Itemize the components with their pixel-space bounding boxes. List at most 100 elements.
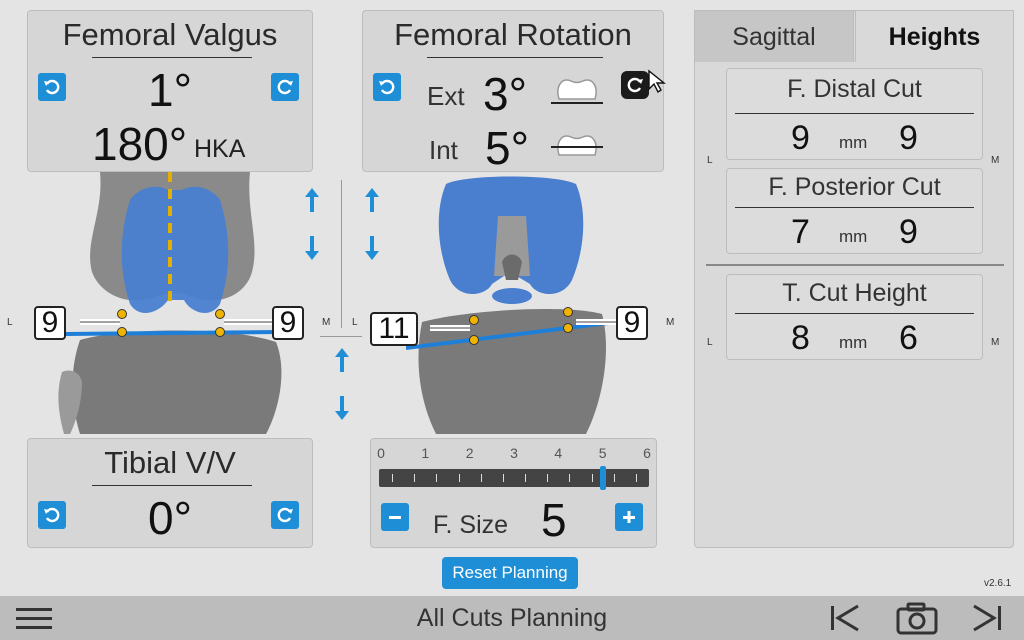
posterior-cut-card: F. Posterior Cut 7 mm 9	[726, 168, 983, 254]
size-slider-thumb[interactable]	[599, 466, 606, 490]
valgus-rotate-ccw-button[interactable]	[38, 73, 66, 101]
tibial-vv-panel: Tibial V/V 0°	[27, 438, 313, 548]
femoral-rotation-title: Femoral Rotation	[394, 17, 632, 52]
ext-label: Ext	[427, 81, 465, 111]
rotate-cw-icon	[277, 507, 293, 523]
rotate-ccw-icon	[379, 79, 395, 95]
tibial-cut-card: T. Cut Height 8 mm 6	[726, 274, 983, 360]
posterior-cut-unit: mm	[839, 227, 868, 246]
size-tick-label: 2	[465, 445, 474, 461]
reset-planning-button[interactable]: Reset Planning	[442, 557, 578, 589]
size-notch	[591, 474, 593, 482]
heights-medial-label: M	[991, 155, 1000, 166]
posterior-cut-title: F. Posterior Cut	[768, 173, 941, 201]
heights-lateral-label: L	[707, 155, 713, 166]
tab-heights[interactable]: Heights	[855, 10, 1014, 62]
left-lateral-label: L	[7, 317, 13, 328]
arrow-down-icon[interactable]	[332, 394, 352, 422]
bottom-bar: All Cuts Planning	[0, 596, 1024, 640]
distal-cut-medial: 9	[899, 119, 918, 157]
rotation-ccw-button[interactable]	[373, 73, 401, 101]
valgus-value: 1°	[148, 64, 192, 116]
skip-forward-icon[interactable]	[970, 602, 1004, 634]
tibial-medial-label: M	[991, 337, 1000, 348]
size-tick-labels: 0 1 2 3 4 5 6	[377, 445, 651, 463]
posterior-cut-medial: 9	[899, 213, 918, 251]
right-medial-label: M	[666, 317, 675, 328]
valgus-rotate-cw-button[interactable]	[271, 73, 299, 101]
camera-icon[interactable]	[896, 601, 938, 635]
heights-separator	[706, 264, 1004, 266]
size-increase-button[interactable]	[615, 503, 643, 531]
size-notch	[502, 474, 504, 482]
title-underline	[92, 57, 252, 58]
femoral-valgus-title: Femoral Valgus	[62, 17, 278, 52]
right-medial-gap: 9	[616, 306, 648, 340]
distal-cut-card: F. Distal Cut 9 mm 9	[726, 68, 983, 160]
rotate-ccw-icon	[44, 507, 60, 523]
femoral-implant	[121, 186, 229, 313]
plus-icon	[623, 511, 635, 523]
size-notch	[392, 474, 394, 482]
right-lateral-label: L	[352, 317, 358, 328]
tibial-cut-unit: mm	[839, 333, 868, 352]
arrow-up-icon[interactable]	[362, 186, 382, 214]
femur-ext-icon	[551, 79, 603, 104]
tibial-cut-lateral: 8	[791, 319, 810, 357]
size-notch	[458, 474, 460, 482]
size-notch	[480, 474, 482, 482]
arrow-down-icon[interactable]	[302, 234, 322, 262]
arrow-down-icon[interactable]	[362, 234, 382, 262]
femoral-size-panel: 0 1 2 3 4 5 6 F. Size 5	[370, 438, 657, 548]
size-notch	[613, 474, 615, 482]
femoral-rotation-panel: Femoral Rotation Ext 3° Int 5°	[362, 10, 666, 174]
ext-value: 3°	[483, 68, 527, 120]
rotate-cw-icon	[627, 77, 643, 93]
rotate-cw-icon	[277, 79, 293, 95]
posterior-cut-lateral: 7	[791, 213, 810, 251]
size-notch	[414, 474, 416, 482]
arrow-up-icon[interactable]	[332, 346, 352, 374]
axial-knee-view	[406, 176, 616, 434]
footer-title: All Cuts Planning	[416, 604, 608, 632]
size-tick-label: 0	[377, 445, 385, 461]
distal-cut-title: F. Distal Cut	[787, 75, 922, 103]
femoral-valgus-panel: Femoral Valgus 1° 180° HKA	[27, 10, 313, 172]
skip-back-icon[interactable]	[828, 602, 862, 634]
hka-label: HKA	[194, 135, 246, 163]
size-tick-label: 3	[510, 445, 518, 461]
minus-icon	[389, 516, 401, 519]
left-medial-gap: 9	[272, 306, 304, 340]
rotate-ccw-icon	[44, 79, 60, 95]
title-underline	[92, 485, 252, 486]
size-notch	[635, 474, 637, 482]
size-tick-label: 4	[554, 445, 563, 461]
size-tick-label: 5	[598, 445, 607, 461]
size-tick-label: 6	[643, 445, 651, 461]
size-slider-notches	[379, 469, 649, 487]
title-underline	[427, 57, 603, 58]
size-notch	[569, 474, 571, 482]
int-label: Int	[429, 135, 458, 165]
tibial-rotate-ccw-button[interactable]	[38, 501, 66, 529]
tab-sagittal[interactable]: Sagittal	[694, 10, 854, 62]
size-decrease-button[interactable]	[381, 503, 409, 531]
size-tick-label: 1	[421, 445, 430, 461]
left-medial-label: M	[322, 317, 331, 328]
distal-cut-unit: mm	[839, 133, 868, 152]
femur-int-icon	[551, 135, 603, 156]
size-notch	[547, 474, 549, 482]
version-label: v2.6.1	[984, 578, 1012, 589]
right-lateral-gap: 11	[370, 312, 418, 346]
rotation-cw-button[interactable]	[621, 71, 649, 99]
arrow-up-icon[interactable]	[302, 186, 322, 214]
size-slider[interactable]	[379, 466, 649, 490]
tibial-rotate-cw-button[interactable]	[271, 501, 299, 529]
tibial-cut-title: T. Cut Height	[782, 279, 927, 307]
distal-cut-lateral: 9	[791, 119, 810, 157]
size-label: F. Size	[433, 511, 509, 539]
left-lateral-gap: 9	[34, 306, 66, 340]
center-divider-h	[320, 336, 362, 337]
size-value: 5	[541, 494, 567, 546]
tibial-lateral-label: L	[707, 337, 713, 348]
